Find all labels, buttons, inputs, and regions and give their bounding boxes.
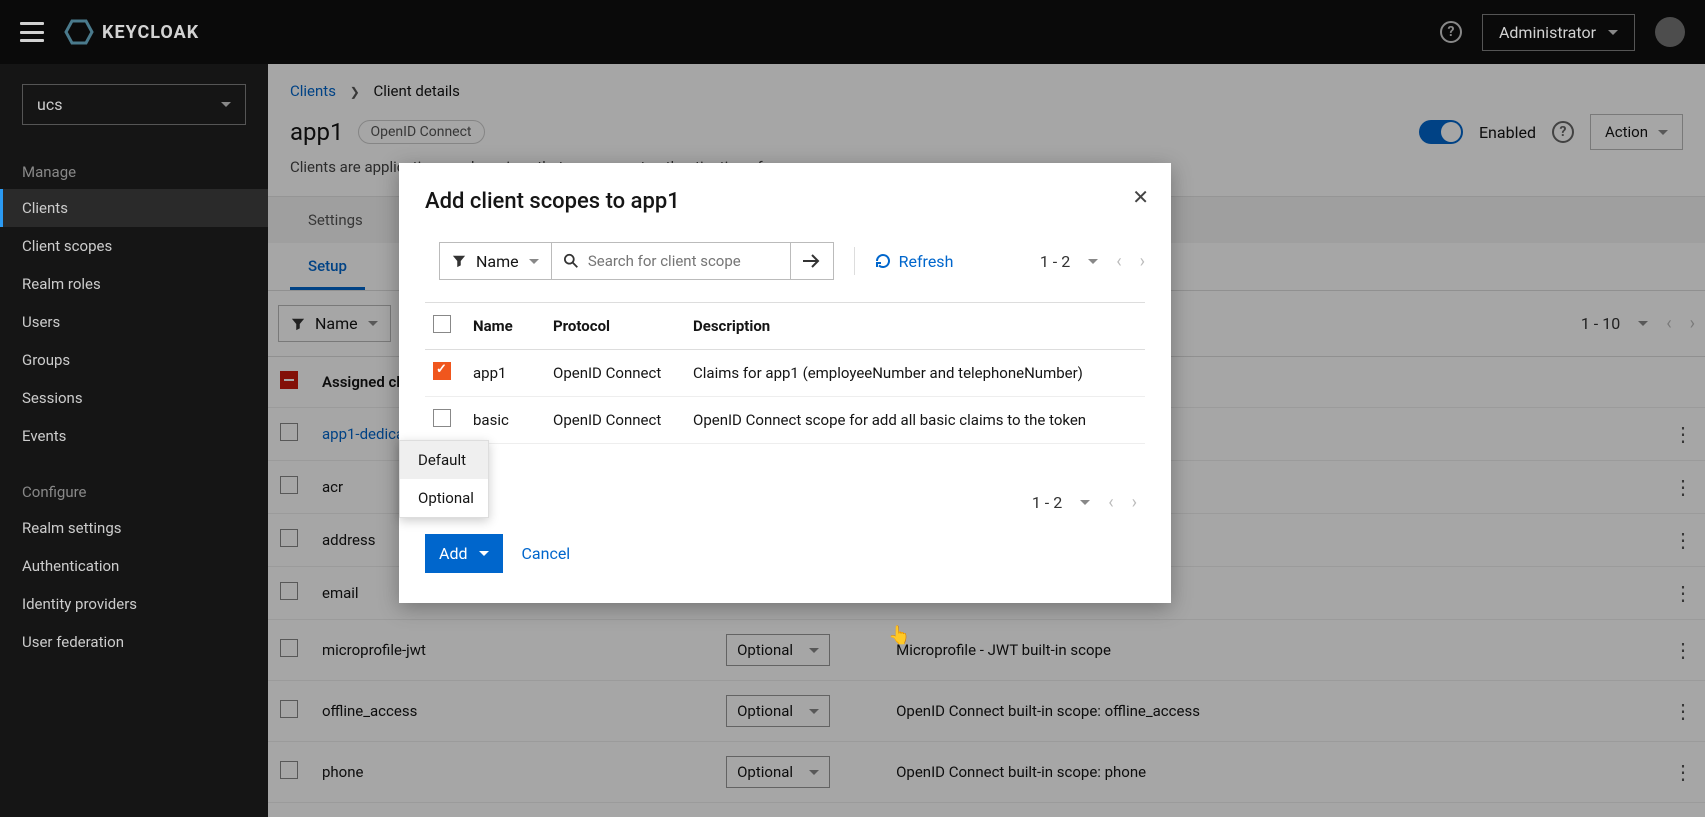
caret-down-icon <box>221 102 231 107</box>
pager-range: 1 - 2 <box>1040 252 1070 271</box>
sidebar: ucs Manage Clients Client scopes Realm r… <box>0 64 268 817</box>
caret-down-icon <box>529 259 539 264</box>
cancel-button[interactable]: Cancel <box>521 544 570 563</box>
filter-label: Name <box>476 252 519 271</box>
modal-title: Add client scopes to app1 <box>425 189 1145 214</box>
brand-text: KEYCLOAK <box>102 22 199 43</box>
arrow-right-icon <box>803 254 821 268</box>
row-checkbox[interactable] <box>433 409 451 427</box>
col-description: Description <box>685 303 1145 350</box>
pager-range: 1 - 2 <box>1032 493 1062 512</box>
refresh-label: Refresh <box>899 252 954 271</box>
funnel-icon <box>452 254 466 268</box>
add-label: Add <box>439 544 467 563</box>
divider <box>854 247 855 275</box>
topbar-right: ? Administrator <box>1440 14 1685 51</box>
modal-add-client-scopes: Add client scopes to app1 ✕ Name Refresh… <box>399 163 1171 603</box>
realm-name: ucs <box>37 95 62 114</box>
close-icon[interactable]: ✕ <box>1132 185 1149 209</box>
pager-next[interactable]: › <box>1132 492 1137 513</box>
add-button[interactable]: Add <box>425 534 503 573</box>
refresh-button[interactable]: Refresh <box>875 252 954 271</box>
refresh-icon <box>875 253 891 269</box>
pager-prev[interactable]: ‹ <box>1108 492 1113 513</box>
row-description: Claims for app1 (employeeNumber and tele… <box>685 350 1145 397</box>
modal-pager-bottom: 1 - 2 ‹ › <box>1032 492 1137 513</box>
row-description: OpenID Connect scope for add all basic c… <box>685 397 1145 444</box>
row-name: basic <box>465 397 545 444</box>
pager-next[interactable]: › <box>1140 251 1145 272</box>
topbar: KEYCLOAK ? Administrator <box>0 0 1705 64</box>
admin-label: Administrator <box>1499 23 1596 42</box>
sidebar-item-groups[interactable]: Groups <box>0 341 268 379</box>
sidebar-item-client-scopes[interactable]: Client scopes <box>0 227 268 265</box>
brand-logo[interactable]: KEYCLOAK <box>64 17 199 47</box>
row-checkbox[interactable] <box>433 362 451 380</box>
section-manage: Manage <box>0 155 268 189</box>
sidebar-item-realm-roles[interactable]: Realm roles <box>0 265 268 303</box>
dropdown-option-optional[interactable]: Optional <box>400 479 488 517</box>
avatar[interactable] <box>1655 17 1685 47</box>
table-row: app1 OpenID Connect Claims for app1 (emp… <box>425 350 1145 397</box>
sidebar-item-realm-settings[interactable]: Realm settings <box>0 509 268 547</box>
admin-dropdown[interactable]: Administrator <box>1482 14 1635 51</box>
hamburger-menu[interactable] <box>20 22 44 42</box>
modal-table: Name Protocol Description app1 OpenID Co… <box>425 302 1145 444</box>
sidebar-item-clients[interactable]: Clients <box>0 189 268 227</box>
modal-filter-dropdown[interactable]: Name <box>439 242 552 280</box>
caret-down-icon[interactable] <box>1088 259 1098 264</box>
sidebar-item-sessions[interactable]: Sessions <box>0 379 268 417</box>
caret-down-icon <box>1608 30 1618 35</box>
row-protocol: OpenID Connect <box>545 397 685 444</box>
sidebar-item-authentication[interactable]: Authentication <box>0 547 268 585</box>
dropdown-option-default[interactable]: Default <box>400 441 488 479</box>
caret-down-icon <box>479 551 489 556</box>
table-row: basic OpenID Connect OpenID Connect scop… <box>425 397 1145 444</box>
caret-down-icon[interactable] <box>1080 500 1090 505</box>
assign-type-dropdown: Default Optional <box>399 440 489 518</box>
pager-prev[interactable]: ‹ <box>1116 251 1121 272</box>
row-protocol: OpenID Connect <box>545 350 685 397</box>
modal-footer: Add Cancel <box>425 534 1145 573</box>
topbar-left: KEYCLOAK <box>20 17 199 47</box>
search-submit[interactable] <box>790 242 834 280</box>
keycloak-icon <box>64 17 94 47</box>
checkbox-all[interactable] <box>433 315 451 333</box>
sidebar-item-identity-providers[interactable]: Identity providers <box>0 585 268 623</box>
search-icon <box>564 253 578 269</box>
search-input[interactable] <box>588 252 778 270</box>
sidebar-item-users[interactable]: Users <box>0 303 268 341</box>
section-configure: Configure <box>0 475 268 509</box>
sidebar-item-events[interactable]: Events <box>0 417 268 455</box>
help-icon[interactable]: ? <box>1440 21 1462 43</box>
col-name: Name <box>465 303 545 350</box>
row-name: app1 <box>465 350 545 397</box>
search-input-wrapper <box>551 242 791 280</box>
realm-selector[interactable]: ucs <box>22 84 246 125</box>
modal-pager-top: 1 - 2 ‹ › <box>1040 251 1145 272</box>
sidebar-item-user-federation[interactable]: User federation <box>0 623 268 661</box>
col-protocol: Protocol <box>545 303 685 350</box>
modal-toolbar: Name Refresh 1 - 2 ‹ › <box>425 242 1145 280</box>
